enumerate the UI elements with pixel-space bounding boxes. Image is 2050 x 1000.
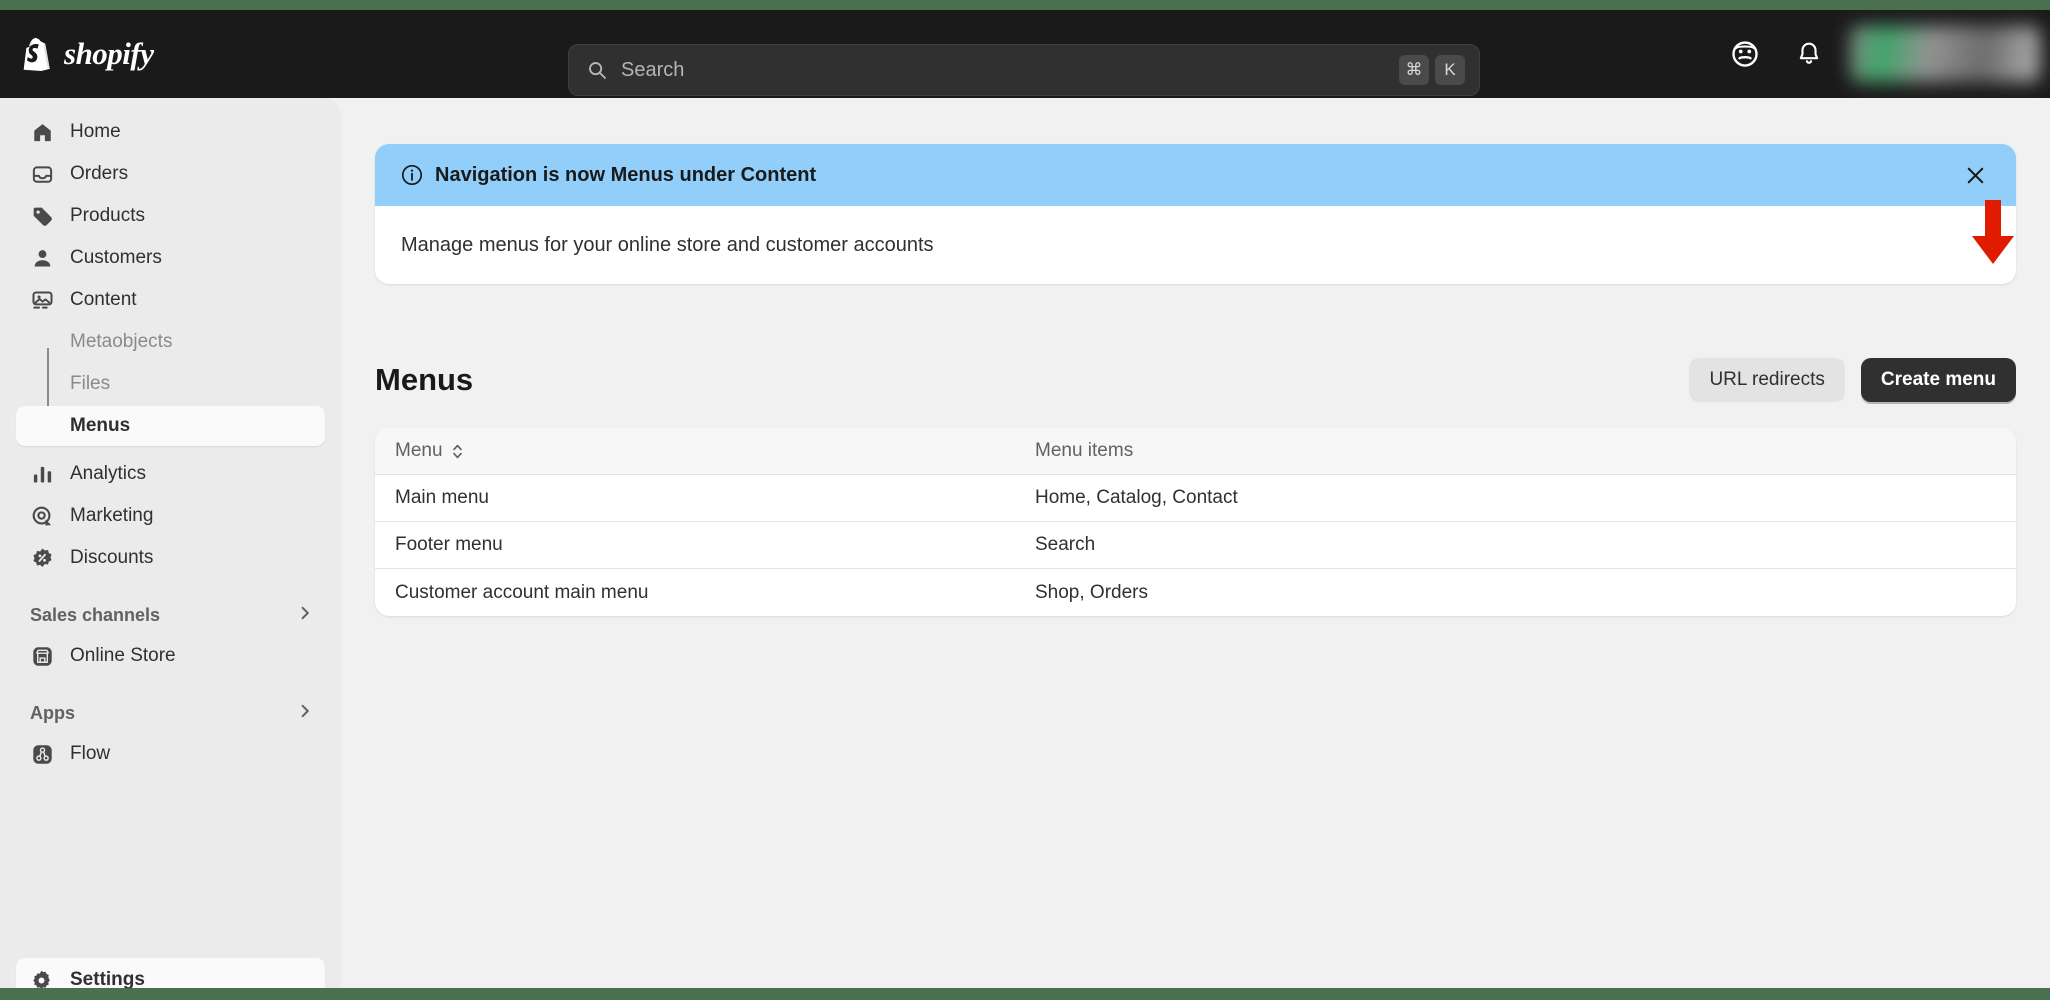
sidebar-item-label: Content — [70, 289, 137, 310]
info-banner: Navigation is now Menus under Content Ma… — [375, 144, 2016, 284]
sidebar-item-settings[interactable]: Settings — [16, 958, 325, 988]
search-input[interactable]: Search ⌘ K — [568, 44, 1480, 96]
top-bar: shopify Search ⌘ K — [0, 10, 2050, 98]
chevron-right-icon — [297, 605, 313, 626]
sidebar-item-label: Settings — [70, 969, 145, 988]
window-frame: shopify Search ⌘ K Home Orders Products … — [0, 0, 2050, 1000]
sidebar-item-label: Home — [70, 121, 121, 142]
sidebar-item-online-store[interactable]: Online Store — [16, 636, 325, 676]
content-image-icon — [30, 288, 54, 312]
url-redirects-button[interactable]: URL redirects — [1689, 358, 1845, 402]
flow-icon — [30, 742, 54, 766]
table-cell-menu: Main menu — [395, 487, 489, 508]
sidebar-item-flow[interactable]: Flow — [16, 734, 325, 774]
orders-inbox-icon — [30, 162, 54, 186]
sidebar-item-label: Online Store — [70, 645, 176, 666]
sidebar-item-label: Marketing — [70, 505, 154, 526]
close-icon[interactable] — [1958, 158, 1992, 192]
shopify-bag-icon — [22, 37, 52, 71]
sidebar-item-metaobjects[interactable]: Metaobjects — [16, 322, 325, 362]
analytics-bars-icon — [30, 462, 54, 486]
table-cell-menu-items: Home, Catalog, Contact — [1035, 487, 1238, 508]
sidebar-item-label: Flow — [70, 743, 111, 764]
search-icon — [587, 60, 607, 80]
shopify-wordmark: shopify — [64, 36, 154, 71]
sidebar-item-label: Customers — [70, 247, 162, 268]
sidebar-item-content[interactable]: Content — [16, 280, 325, 320]
table-cell-menu-items: Search — [1035, 534, 1096, 555]
customers-person-icon — [30, 246, 54, 270]
sidebar-section-apps[interactable]: Apps — [16, 694, 325, 732]
table-header-menu-items: Menu items — [1035, 440, 1134, 461]
page-header: Menus URL redirects Create menu — [375, 354, 2016, 406]
gear-icon — [30, 968, 54, 988]
sidebar-subitem-label: Metaobjects — [70, 331, 173, 352]
marketing-target-icon — [30, 504, 54, 528]
sidebar-item-label: Products — [70, 205, 145, 226]
discounts-badge-icon — [30, 546, 54, 570]
face-icon[interactable] — [1722, 31, 1768, 77]
table-row[interactable]: Footer menu Search — [375, 522, 2016, 569]
sidebar-item-home[interactable]: Home — [16, 112, 325, 152]
online-store-icon — [30, 644, 54, 668]
info-banner-header: Navigation is now Menus under Content — [375, 144, 2016, 206]
sidebar-item-menus[interactable]: Menus — [16, 406, 325, 446]
sidebar-item-products[interactable]: Products — [16, 196, 325, 236]
top-bar-actions — [1722, 10, 2050, 98]
sidebar-item-label: Analytics — [70, 463, 147, 484]
sidebar-subitem-label: Files — [70, 373, 111, 394]
table-cell-menu: Footer menu — [395, 534, 503, 555]
sidebar-section-label: Sales channels — [30, 604, 161, 625]
sidebar-item-marketing[interactable]: Marketing — [16, 496, 325, 536]
sidebar-item-analytics[interactable]: Analytics — [16, 454, 325, 494]
global-search[interactable]: Search ⌘ K — [568, 44, 1480, 96]
bell-icon[interactable] — [1786, 31, 1832, 77]
sidebar-section-label: Apps — [30, 702, 75, 723]
table-header-row: Menu Menu items — [375, 428, 2016, 475]
sidebar-section-sales-channels[interactable]: Sales channels — [16, 596, 325, 634]
info-banner-title: Navigation is now Menus under Content — [435, 163, 817, 186]
sidebar-item-customers[interactable]: Customers — [16, 238, 325, 278]
info-banner-body: Manage menus for your online store and c… — [401, 233, 934, 256]
table-header-menu-label: Menu — [395, 440, 443, 461]
sidebar-nav: Home Orders Products Customers Content M… — [0, 98, 341, 988]
sidebar-item-orders[interactable]: Orders — [16, 154, 325, 194]
table-row[interactable]: Customer account main menu Shop, Orders — [375, 569, 2016, 616]
sidebar-item-files[interactable]: Files — [16, 364, 325, 404]
search-placeholder: Search — [621, 58, 685, 81]
table-cell-menu: Customer account main menu — [395, 581, 649, 603]
page-title: Menus — [375, 362, 474, 397]
sort-caret-icon — [451, 443, 464, 460]
shortcut-letter-key: K — [1435, 55, 1465, 85]
table-row[interactable]: Main menu Home, Catalog, Contact — [375, 475, 2016, 522]
products-tag-icon — [30, 204, 54, 228]
main-content: Navigation is now Menus under Content Ma… — [341, 98, 2050, 988]
sidebar-item-label: Discounts — [70, 547, 154, 568]
chevron-right-icon — [297, 703, 313, 724]
table-header-menu[interactable]: Menu — [395, 440, 1035, 462]
store-name-chip[interactable] — [1850, 26, 2040, 82]
menus-table: Menu Menu items Main menu Home, Catalog,… — [375, 428, 2016, 616]
browser-viewport: shopify Search ⌘ K Home Orders Products … — [0, 10, 2050, 988]
sidebar-subitem-label: Menus — [70, 415, 131, 436]
shortcut-modifier-key: ⌘ — [1399, 55, 1429, 85]
sidebar-item-discounts[interactable]: Discounts — [16, 538, 325, 578]
home-icon — [30, 120, 54, 144]
table-cell-menu-items: Shop, Orders — [1035, 581, 1148, 603]
sidebar-item-label: Orders — [70, 163, 129, 184]
info-circle-icon — [401, 164, 423, 186]
shopify-logo[interactable]: shopify — [22, 10, 154, 98]
create-menu-button[interactable]: Create menu — [1860, 358, 2016, 402]
